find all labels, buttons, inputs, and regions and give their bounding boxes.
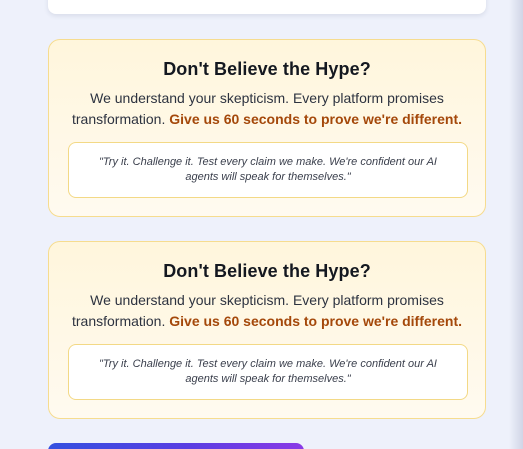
hype-card-quote: "Try it. Challenge it. Test every claim … bbox=[68, 344, 468, 400]
cta-button[interactable] bbox=[48, 443, 304, 449]
right-edge-shadow bbox=[509, 0, 523, 449]
hype-card-body: We understand your skepticism. Every pla… bbox=[65, 88, 469, 130]
hype-card-highlight: Give us 60 seconds to prove we're differ… bbox=[169, 313, 463, 329]
hype-card-title: Don't Believe the Hype? bbox=[163, 261, 371, 281]
hype-card-body: We understand your skepticism. Every pla… bbox=[65, 290, 469, 332]
hype-card-title: Don't Believe the Hype? bbox=[163, 59, 371, 79]
hype-card-highlight: Give us 60 seconds to prove we're differ… bbox=[169, 111, 463, 127]
page: Don't Believe the Hype? We understand yo… bbox=[0, 0, 523, 449]
hype-card: Don't Believe the Hype? We understand yo… bbox=[48, 241, 486, 419]
hype-card: Don't Believe the Hype? We understand yo… bbox=[48, 39, 486, 217]
hype-card-quote: "Try it. Challenge it. Test every claim … bbox=[68, 142, 468, 198]
previous-section-card bbox=[48, 0, 486, 14]
